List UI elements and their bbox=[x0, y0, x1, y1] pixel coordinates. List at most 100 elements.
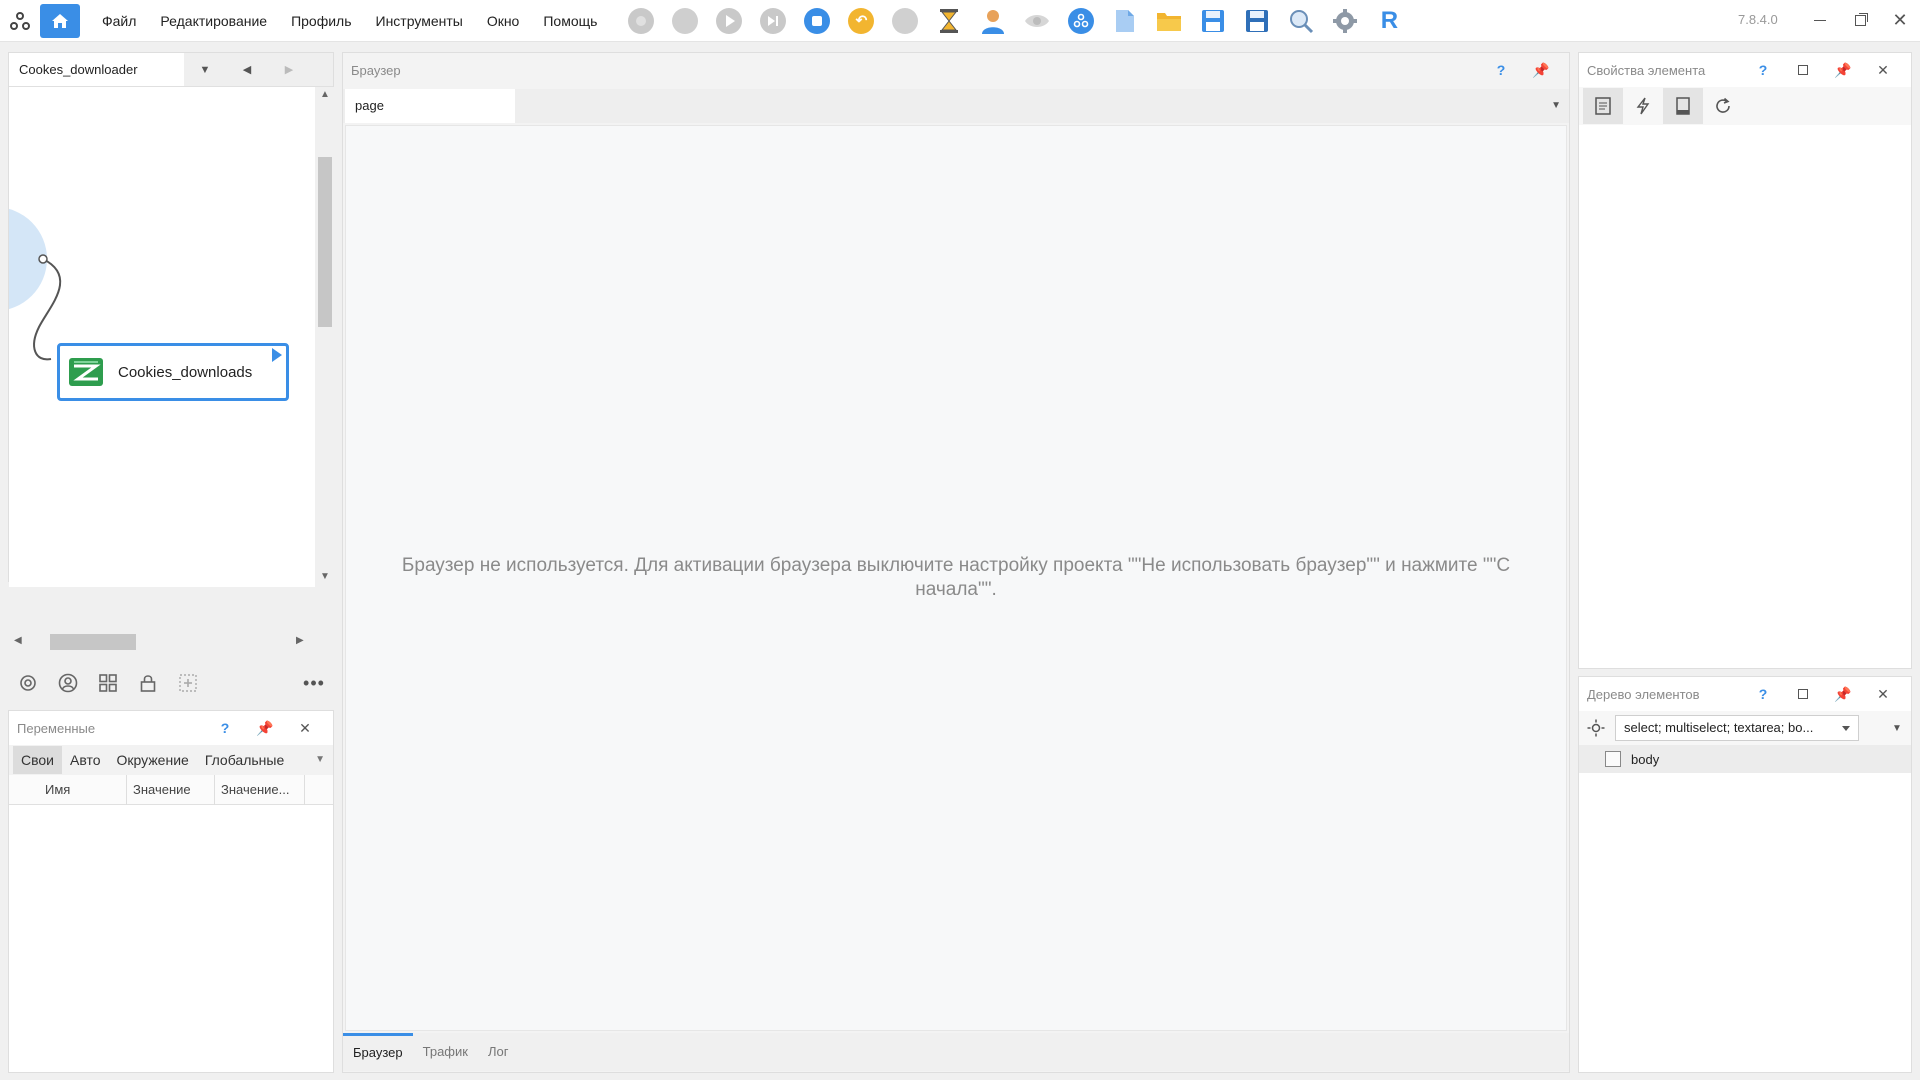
browser-tab-row: page ▼ bbox=[343, 89, 1569, 123]
open-folder-button[interactable] bbox=[1147, 0, 1191, 42]
browser-view: Браузер не используется. Для активации б… bbox=[345, 125, 1567, 1031]
minimize-button[interactable] bbox=[1800, 0, 1840, 40]
visibility-button[interactable] bbox=[1015, 0, 1059, 42]
search-button[interactable] bbox=[1279, 0, 1323, 42]
tree-node-label: body bbox=[1631, 751, 1660, 767]
stop-button[interactable] bbox=[795, 0, 839, 42]
skip-icon bbox=[760, 7, 787, 34]
stop-icon bbox=[804, 7, 831, 34]
tab-traffic[interactable]: Трафик bbox=[413, 1033, 478, 1071]
events-button[interactable] bbox=[1623, 88, 1663, 124]
restore-button[interactable] bbox=[1840, 0, 1880, 40]
home-button[interactable] bbox=[40, 3, 80, 38]
pin-button[interactable]: 📌 bbox=[1823, 680, 1863, 708]
scroll-left-icon[interactable]: ◀ bbox=[14, 635, 22, 646]
properties-view-button[interactable] bbox=[1583, 88, 1623, 124]
highlight-icon[interactable] bbox=[1587, 719, 1605, 737]
menu-help[interactable]: Помощь bbox=[531, 0, 609, 42]
canvas-vertical-scrollbar[interactable]: ▲ ▼ bbox=[315, 87, 335, 587]
tab-scroll-left[interactable]: ◀ bbox=[226, 53, 268, 86]
main-toolbar: ↶ R bbox=[619, 0, 1411, 42]
settings-tool[interactable] bbox=[8, 665, 48, 701]
tab-list-dropdown[interactable]: ▼ bbox=[184, 53, 226, 86]
tab-environment[interactable]: Окружение bbox=[109, 746, 197, 774]
page-tab[interactable]: page bbox=[345, 89, 515, 123]
profile-button[interactable] bbox=[971, 0, 1015, 42]
play-button[interactable] bbox=[707, 0, 751, 42]
record-icon bbox=[628, 7, 655, 34]
tree-options-dropdown[interactable]: ▼ bbox=[1883, 723, 1911, 734]
skip-button[interactable] bbox=[751, 0, 795, 42]
save-as-button[interactable] bbox=[1235, 0, 1279, 42]
maximize-button[interactable] bbox=[1783, 680, 1823, 708]
project-tab[interactable]: Cookes_downloader bbox=[9, 53, 184, 86]
horizontal-scroll-thumb[interactable] bbox=[50, 634, 136, 650]
vertical-scroll-thumb[interactable] bbox=[318, 157, 332, 327]
scroll-right-icon[interactable]: ▶ bbox=[296, 635, 304, 646]
tab-auto[interactable]: Авто bbox=[62, 746, 109, 774]
column-name[interactable]: Имя bbox=[39, 774, 127, 805]
save-icon bbox=[1202, 9, 1225, 32]
close-window-button[interactable]: ✕ bbox=[1880, 0, 1920, 40]
tree-node[interactable]: body bbox=[1579, 745, 1911, 773]
menu-window[interactable]: Окно bbox=[475, 0, 532, 42]
play-icon bbox=[716, 7, 743, 34]
window-controls: ✕ bbox=[1800, 0, 1920, 40]
pin-button[interactable]: 📌 bbox=[1823, 56, 1863, 84]
r-button[interactable]: R bbox=[1367, 0, 1411, 42]
maximize-icon bbox=[1798, 65, 1808, 75]
close-button[interactable]: ✕ bbox=[1863, 680, 1903, 708]
tab-browser[interactable]: Браузер bbox=[343, 1033, 413, 1071]
undo-button[interactable]: ↶ bbox=[839, 0, 883, 42]
app-logo-icon bbox=[0, 0, 40, 42]
close-button[interactable]: ✕ bbox=[285, 714, 325, 742]
tab-own[interactable]: Свои bbox=[13, 746, 62, 774]
wait-button[interactable] bbox=[927, 0, 971, 42]
pin-button[interactable]: 📌 bbox=[245, 714, 285, 742]
help-button[interactable]: ? bbox=[1481, 56, 1521, 84]
record-button[interactable] bbox=[619, 0, 663, 42]
menu-file[interactable]: Файл bbox=[90, 0, 148, 42]
settings-button[interactable] bbox=[1323, 0, 1367, 42]
help-button[interactable]: ? bbox=[205, 714, 245, 742]
copy-button[interactable] bbox=[1663, 88, 1703, 124]
page-icon bbox=[1676, 97, 1690, 115]
browser-panel: Браузер ? 📌 page ▼ Браузер не использует… bbox=[342, 52, 1570, 1073]
scroll-down-icon[interactable]: ▼ bbox=[320, 571, 330, 582]
more-tool[interactable]: ••• bbox=[294, 665, 334, 701]
save-button[interactable] bbox=[1191, 0, 1235, 42]
help-button[interactable]: ? bbox=[1743, 680, 1783, 708]
add-tool[interactable] bbox=[168, 665, 208, 701]
help-button[interactable]: ? bbox=[1743, 56, 1783, 84]
profile-tool[interactable] bbox=[48, 665, 88, 701]
tag-filter-select[interactable]: select; multiselect; textarea; bo... bbox=[1615, 715, 1859, 741]
menu-tools[interactable]: Инструменты bbox=[364, 0, 475, 42]
tab-log[interactable]: Лог bbox=[478, 1033, 519, 1071]
tab-scroll-right[interactable]: ▶ bbox=[268, 53, 310, 86]
lock-tool[interactable] bbox=[128, 665, 168, 701]
node-play-icon[interactable] bbox=[272, 348, 282, 362]
menu-edit[interactable]: Редактирование bbox=[148, 0, 279, 42]
output-port[interactable] bbox=[38, 254, 48, 264]
new-file-button[interactable] bbox=[1103, 0, 1147, 42]
network-button[interactable] bbox=[1059, 0, 1103, 42]
tab-global[interactable]: Глобальные bbox=[197, 746, 292, 774]
action-node[interactable]: Cookies_downloads bbox=[57, 343, 289, 401]
pause-button[interactable] bbox=[883, 0, 927, 42]
pin-button[interactable]: 📌 bbox=[1521, 56, 1561, 84]
refresh-button[interactable] bbox=[1703, 88, 1743, 124]
column-value-extra[interactable]: Значение... bbox=[215, 774, 305, 805]
save-as-icon bbox=[1246, 9, 1269, 32]
column-value[interactable]: Значение bbox=[127, 774, 215, 805]
step-button[interactable] bbox=[663, 0, 707, 42]
page-tabs-dropdown[interactable]: ▼ bbox=[1551, 89, 1561, 123]
menu-profile[interactable]: Профиль bbox=[279, 0, 363, 42]
project-canvas[interactable]: Cookies_downloads bbox=[9, 87, 315, 587]
maximize-button[interactable] bbox=[1783, 56, 1823, 84]
tabs-dropdown[interactable]: ▼ bbox=[307, 746, 333, 774]
scroll-up-icon[interactable]: ▲ bbox=[320, 89, 330, 100]
canvas-horizontal-scrollbar[interactable]: ◀ ▶ bbox=[8, 630, 314, 654]
grid-tool[interactable] bbox=[88, 665, 128, 701]
close-button[interactable]: ✕ bbox=[1863, 56, 1903, 84]
new-file-icon bbox=[1116, 9, 1135, 32]
